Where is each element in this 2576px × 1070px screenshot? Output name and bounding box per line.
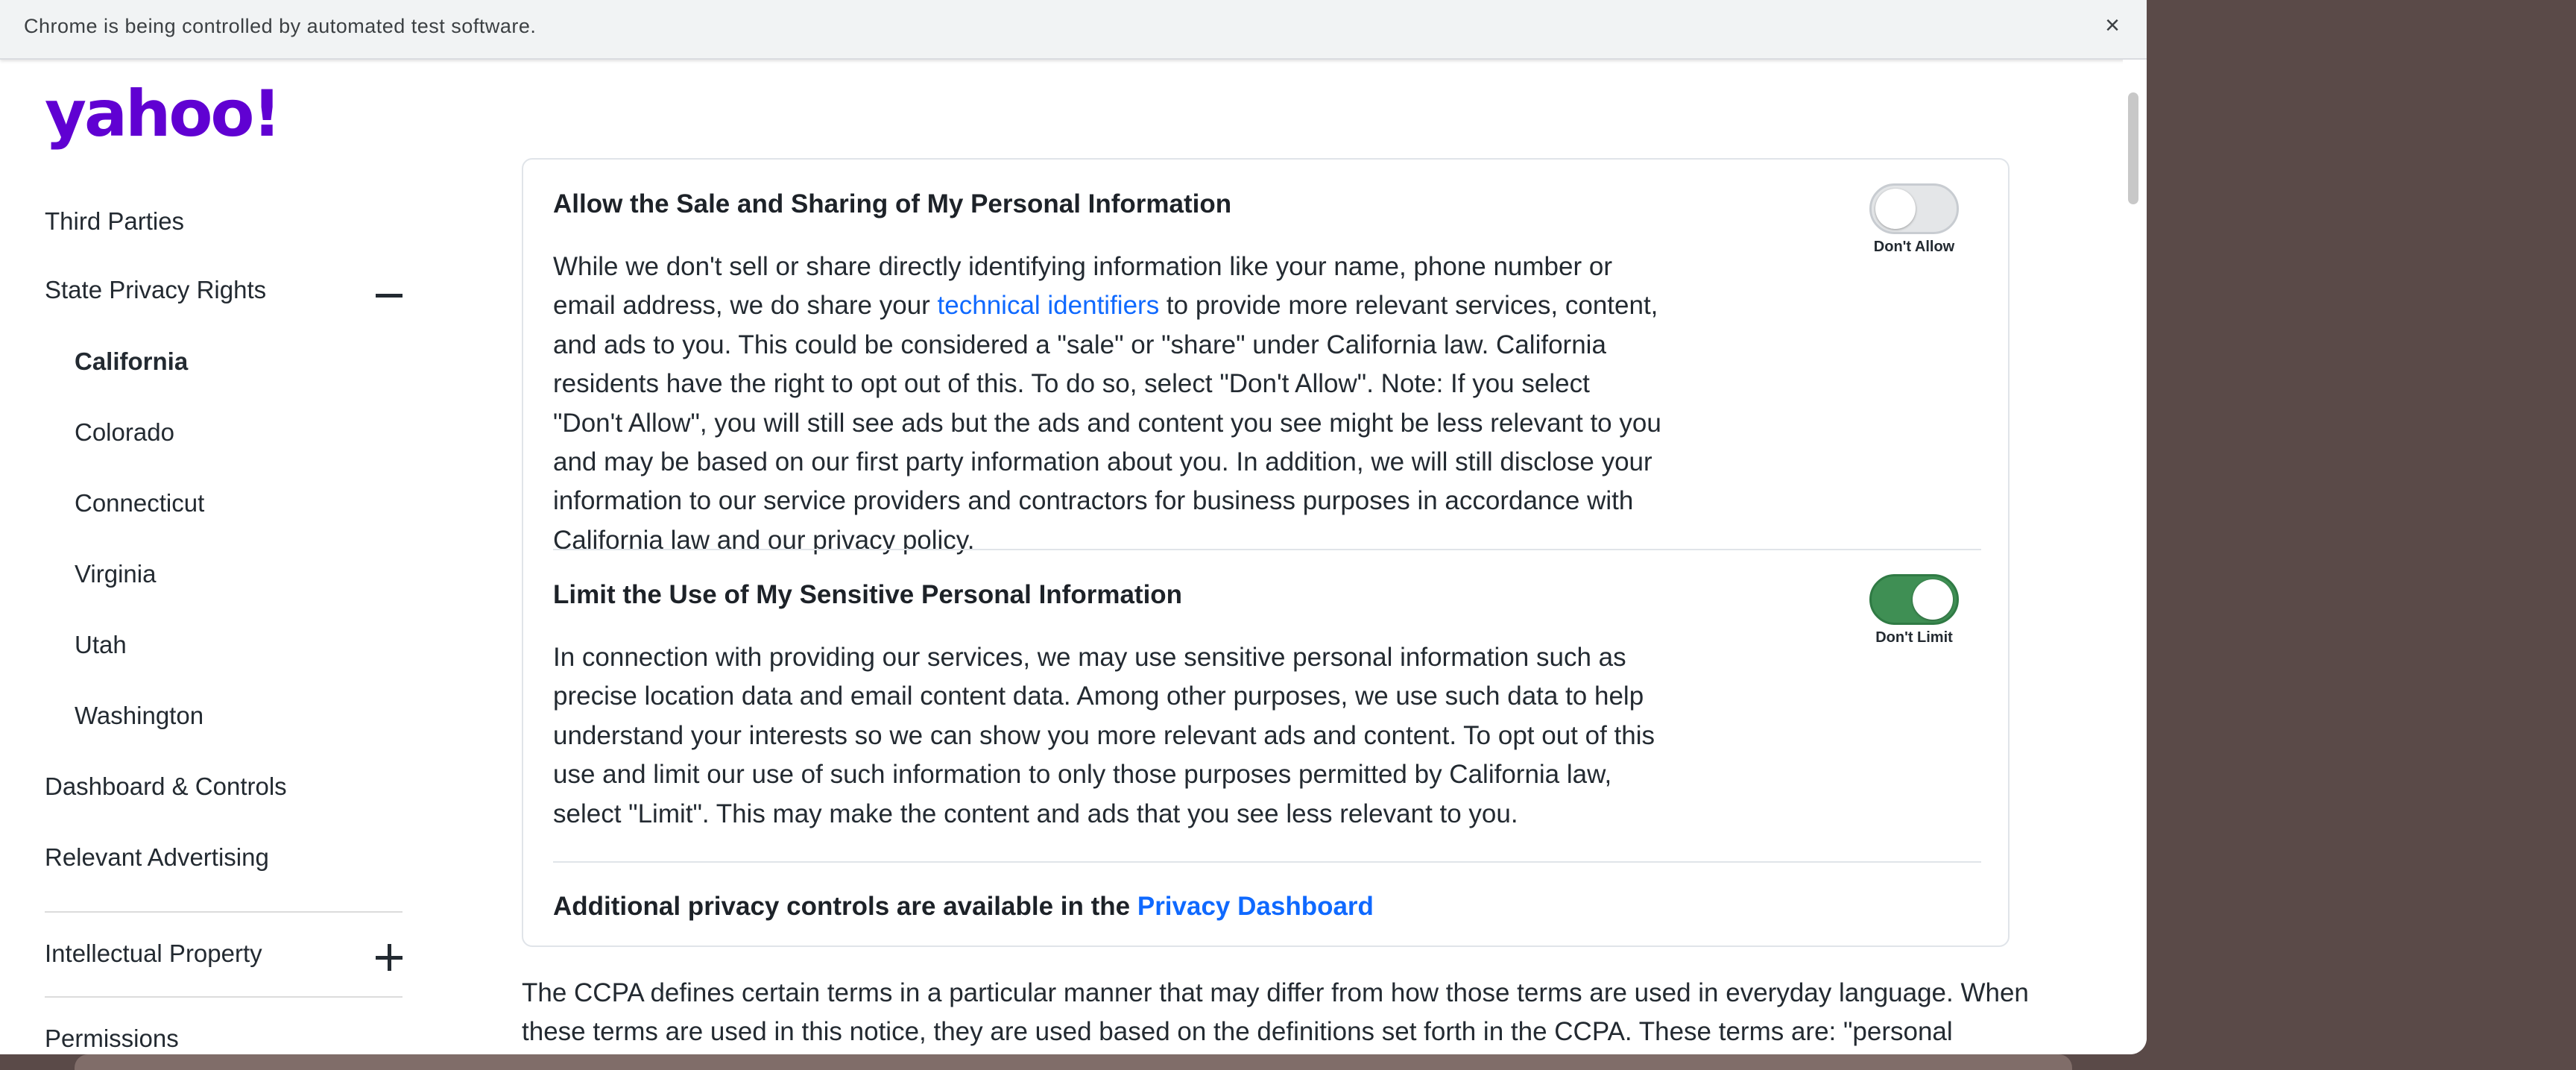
dont-allow-toggle[interactable] <box>1869 183 1959 234</box>
scrollbar-thumb[interactable] <box>2128 92 2138 204</box>
dont-limit-label: Don't Limit <box>1875 629 1953 646</box>
sensitive-info-title: Limit the Use of My Sensitive Personal I… <box>553 580 1183 609</box>
sidebar-item-state-privacy-rights[interactable]: State Privacy Rights <box>45 276 266 304</box>
sidebar-divider <box>45 996 402 998</box>
sidebar-item-washington[interactable]: Washington <box>75 702 203 730</box>
collapse-minus-icon[interactable] <box>376 282 402 309</box>
technical-identifiers-link[interactable]: technical identifiers <box>938 291 1160 320</box>
toggle-knob <box>1875 189 1916 229</box>
automation-infobar: Chrome is being controlled by automated … <box>0 0 2147 60</box>
dont-allow-label: Don't Allow <box>1873 239 1955 255</box>
sidebar-item-utah[interactable]: Utah <box>75 631 127 659</box>
ccpa-definitions-text: The CCPA defines certain terms in a part… <box>522 978 2029 1046</box>
sale-sharing-description: While we don't sell or share directly id… <box>553 252 1661 555</box>
dont-limit-toggle[interactable] <box>1869 574 1959 625</box>
sidebar-divider <box>45 911 402 913</box>
additional-controls-text: Additional privacy controls are availabl… <box>553 892 1374 921</box>
sale-sharing-title: Allow the Sale and Sharing of My Persona… <box>553 189 1232 218</box>
sidebar-item-relevant-advertising[interactable]: Relevant Advertising <box>45 843 269 872</box>
yahoo-logo[interactable]: yahoo! <box>45 81 282 148</box>
sidebar-item-permissions[interactable]: Permissions <box>45 1025 179 1053</box>
card-divider <box>553 861 1981 863</box>
close-icon[interactable]: × <box>2099 10 2126 40</box>
sidebar-item-dashboard-controls[interactable]: Dashboard & Controls <box>45 772 287 801</box>
sidebar-item-intellectual-property[interactable]: Intellectual Property <box>45 940 262 968</box>
sidebar-item-third-parties[interactable]: Third Parties <box>45 207 184 236</box>
taskbar-dock <box>75 1054 2072 1070</box>
sidebar-item-colorado[interactable]: Colorado <box>75 418 174 447</box>
privacy-dashboard-link[interactable]: Privacy Dashboard <box>1137 892 1374 921</box>
sidebar-item-virginia[interactable]: Virginia <box>75 560 156 588</box>
sidebar-item-california[interactable]: California <box>75 347 188 376</box>
toggle-knob <box>1913 579 1953 620</box>
scrollbar-track[interactable] <box>2123 60 2147 1054</box>
sensitive-info-description: In connection with providing our service… <box>553 643 1655 828</box>
browser-window: Chrome is being controlled by automated … <box>0 0 2147 1054</box>
automation-message: Chrome is being controlled by automated … <box>24 15 537 37</box>
expand-plus-icon[interactable] <box>376 944 402 971</box>
sidebar-item-connecticut[interactable]: Connecticut <box>75 489 204 517</box>
card-divider <box>553 549 1981 550</box>
